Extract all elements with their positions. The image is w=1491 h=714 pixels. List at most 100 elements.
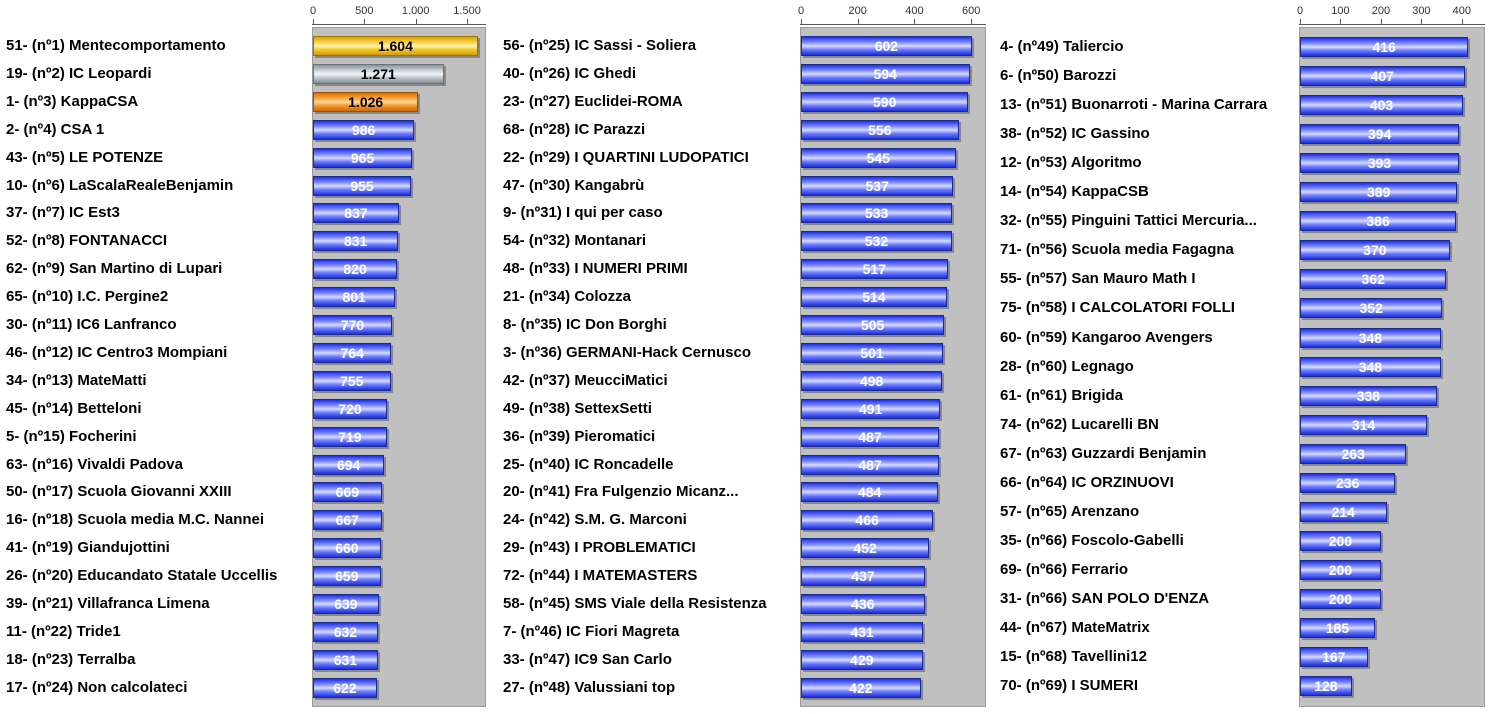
- team-label: 50- (nº17) Scuola Giovanni XXIII: [6, 483, 232, 501]
- score-value-label: 631: [333, 651, 358, 668]
- team-label: 41- (nº19) Giandujottini: [6, 539, 170, 557]
- score-value-label: 314: [1351, 416, 1376, 433]
- x-axis-tick: [1300, 19, 1301, 24]
- team-label: 48- (nº33) I NUMERI PRIMI: [503, 260, 688, 278]
- score-value-label: 214: [1331, 503, 1355, 520]
- team-label: 26- (nº20) Educandato Statale Uccellis: [6, 567, 278, 585]
- score-value-label: 514: [862, 289, 886, 306]
- team-label: 75- (nº58) I CALCOLATORI FOLLI: [1000, 299, 1235, 317]
- team-label: 14- (nº54) KappaCSB: [1000, 183, 1149, 201]
- score-value-label: 185: [1325, 620, 1350, 636]
- team-label: 56- (nº25) IC Sassi - Soliera: [503, 37, 697, 54]
- score-value-label: 770: [340, 317, 365, 333]
- x-tick-label: 100: [1331, 5, 1350, 17]
- team-label: 46- (nº12) IC Centro3 Mompiani: [6, 343, 228, 361]
- score-value-label: 352: [1359, 300, 1383, 317]
- score-value-label: 452: [853, 540, 877, 557]
- team-label: 18- (nº23) Terralba: [6, 650, 136, 668]
- score-value-label: 498: [859, 372, 884, 389]
- team-label: 38- (nº52) IC Gassino: [1000, 125, 1150, 143]
- team-label: 35- (nº66) Foscolo-Gabelli: [1000, 531, 1184, 549]
- team-label: 5- (nº15) Focherini: [6, 427, 137, 445]
- team-label: 27- (nº48) Valussiani top: [503, 678, 676, 696]
- team-label: 12- (nº53) Algoritmo: [1000, 154, 1142, 172]
- team-label: 32- (nº55) Pinguini Tattici Mercuria...: [1000, 212, 1257, 230]
- team-label: 20- (nº41) Fra Fulgenzio Micanz...: [503, 483, 739, 501]
- team-label: 61- (nº61) Brigida: [1000, 386, 1124, 404]
- team-label: 54- (nº32) Montanari: [503, 232, 646, 250]
- x-tick-label: 0: [309, 5, 317, 17]
- score-value-label: 436: [851, 596, 875, 612]
- score-value-label: 965: [350, 149, 375, 166]
- team-label: 62- (nº9) San Martino di Lupari: [6, 260, 223, 278]
- score-value-label: 491: [858, 400, 883, 417]
- score-value-label: 348: [1358, 358, 1383, 375]
- score-value-label: 487: [858, 428, 882, 445]
- team-label: 74- (nº62) Lucarelli BN: [1000, 415, 1159, 433]
- team-label: 3- (nº36) GERMANI-Hack Cernusco: [503, 343, 752, 361]
- team-label: 34- (nº13) MateMatti: [6, 371, 147, 389]
- team-label: 1- (nº3) KappaCSA: [6, 92, 139, 110]
- score-value-label: 416: [1372, 39, 1396, 55]
- x-axis-tick: [467, 19, 469, 24]
- team-label: 60- (nº59) Kangaroo Avengers: [1000, 328, 1213, 346]
- team-label: 6- (nº50) Barozzi: [1000, 67, 1117, 85]
- x-tick-label: 400: [1452, 5, 1472, 17]
- team-label: 30- (nº11) IC6 Lanfranco: [6, 316, 177, 333]
- score-value-label: 694: [336, 456, 361, 473]
- score-value-label: 831: [343, 233, 368, 250]
- score-value-label: 1.271: [360, 65, 396, 82]
- team-label: 25- (nº40) IC Roncadelle: [503, 455, 674, 473]
- team-label: 42- (nº37) MeucciMatici: [503, 371, 668, 389]
- score-value-label: 236: [1336, 474, 1360, 491]
- team-label: 58- (nº45) SMS Viale della Resistenza: [503, 595, 767, 612]
- score-value-label: 484: [857, 484, 882, 501]
- score-value-label: 545: [866, 149, 890, 166]
- score-value-label: 394: [1368, 126, 1392, 143]
- score-value-label: 719: [338, 428, 362, 445]
- team-label: 31- (nº66) SAN POLO D'ENZA: [1000, 589, 1210, 607]
- score-value-label: 532: [864, 233, 889, 250]
- score-value-label: 517: [862, 261, 887, 278]
- team-label: 63- (nº16) Vivaldi Padova: [6, 455, 183, 473]
- score-value-label: 590: [873, 93, 897, 110]
- score-value-label: 167: [1322, 649, 1346, 666]
- score-value-label: 501: [860, 344, 884, 361]
- x-axis-tick: [857, 19, 859, 24]
- team-label: 40- (nº26) IC Ghedi: [503, 64, 637, 82]
- team-label: 29- (nº43) I PROBLEMATICI: [503, 539, 696, 557]
- team-label: 19- (nº2) IC Leopardi: [6, 64, 152, 82]
- x-axis-tick: [1461, 19, 1463, 24]
- score-value-label: 370: [1363, 242, 1387, 259]
- score-value-label: 200: [1328, 590, 1353, 607]
- score-value-label: 533: [864, 205, 889, 222]
- team-label: 17- (nº24) Non calcolateci: [6, 678, 188, 696]
- x-axis-tick: [415, 19, 417, 24]
- score-value-label: 466: [855, 512, 879, 529]
- x-axis: [312, 18, 486, 25]
- team-label: 33- (nº47) IC9 San Carlo: [503, 650, 672, 668]
- team-label: 39- (nº21) Villafranca Limena: [6, 595, 210, 612]
- score-value-label: 755: [340, 372, 364, 389]
- team-label: 8- (nº35) IC Don Borghi: [503, 316, 667, 333]
- score-value-label: 622: [333, 679, 357, 696]
- x-axis-tick: [801, 19, 802, 24]
- x-axis-tick: [1380, 19, 1382, 24]
- score-value-label: 639: [334, 596, 358, 612]
- team-label: 68- (nº28) IC Parazzi: [503, 120, 646, 138]
- score-value-label: 422: [849, 679, 873, 696]
- team-label: 69- (nº66) Ferrario: [1000, 560, 1129, 578]
- team-label: 36- (nº39) Pieromatici: [503, 427, 656, 445]
- score-value-label: 602: [874, 38, 899, 54]
- x-axis: [800, 18, 986, 25]
- score-value-label: 632: [333, 623, 358, 640]
- score-value-label: 720: [338, 400, 362, 417]
- team-label: 10- (nº6) LaScalaRealeBenjamin: [6, 176, 234, 194]
- score-value-label: 437: [851, 568, 875, 585]
- x-tick-label: 600: [962, 5, 981, 17]
- team-label: 70- (nº69) I SUMERI: [1000, 677, 1139, 695]
- x-tick-label: 500: [355, 5, 374, 17]
- score-value-label: 659: [335, 568, 359, 585]
- score-value-label: 556: [868, 121, 892, 138]
- team-label: 65- (nº10) I.C. Pergine2: [6, 288, 169, 306]
